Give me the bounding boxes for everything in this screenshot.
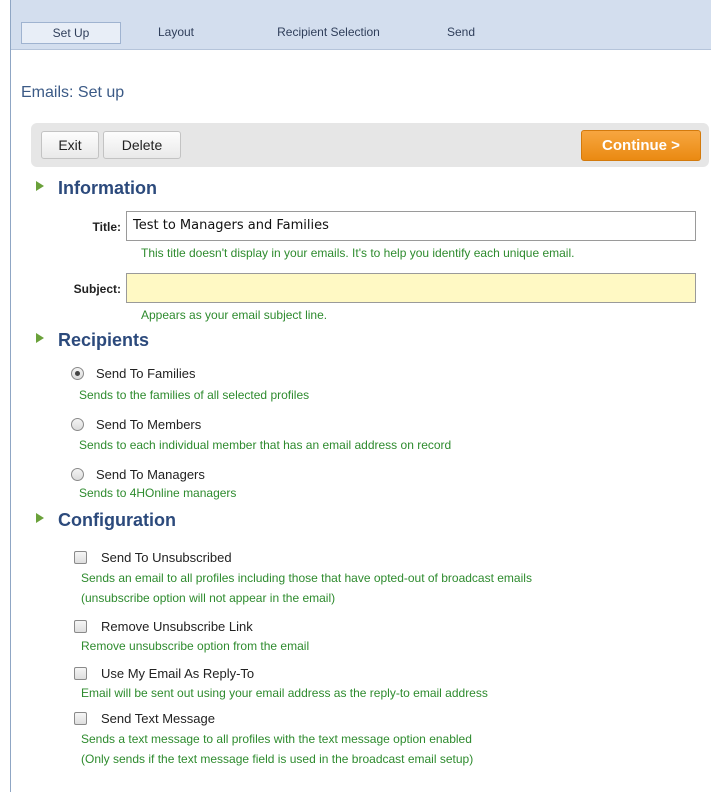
action-toolbar: Exit Delete Continue > (31, 123, 709, 167)
expand-triangle-icon (36, 513, 44, 523)
send-to-unsubscribed-option[interactable]: Send To Unsubscribed (74, 548, 232, 566)
send-to-members-option[interactable]: Send To Members (71, 415, 201, 433)
send-to-unsubscribed-help-note: (unsubscribe option will not appear in t… (81, 591, 336, 605)
checkbox[interactable] (74, 619, 87, 633)
send-to-families-help: Sends to the families of all selected pr… (79, 388, 310, 402)
send-to-unsubscribed-help: Sends an email to all profiles including… (81, 571, 532, 585)
send-to-unsubscribed-label: Send To Unsubscribed (101, 549, 232, 565)
use-my-email-reply-to-option[interactable]: Use My Email As Reply-To (74, 664, 254, 682)
title-help-text: This title doesn't display in your email… (141, 246, 575, 260)
recipients-section-header[interactable]: Recipients (36, 330, 149, 351)
remove-unsubscribe-link-option[interactable]: Remove Unsubscribe Link (74, 617, 253, 635)
page-title: Emails: Set up (21, 84, 125, 101)
wizard-tab-bar: Set Up Layout Recipient Selection Send (11, 0, 711, 50)
information-heading: Information (58, 178, 157, 198)
tab-layout[interactable]: Layout (146, 22, 206, 44)
subject-label: Subject: (73, 282, 121, 296)
send-to-families-option[interactable]: Send To Families (71, 364, 195, 382)
send-to-managers-help: Sends to 4HOnline managers (79, 486, 237, 500)
send-to-managers-label: Send To Managers (96, 466, 205, 482)
recipients-heading: Recipients (58, 330, 150, 350)
email-setup-frame: Set Up Layout Recipient Selection Send E… (10, 0, 711, 792)
title-input[interactable]: Test to Managers and Families (126, 211, 696, 241)
subject-input[interactable] (126, 273, 696, 303)
send-text-message-help: Sends a text message to all profiles wit… (81, 732, 472, 746)
checkbox[interactable] (74, 666, 87, 680)
use-my-email-reply-to-help: Email will be sent out using your email … (81, 686, 488, 700)
radio-button[interactable] (71, 417, 84, 431)
checkbox[interactable] (74, 550, 87, 564)
tab-recipient-selection[interactable]: Recipient Selection (256, 22, 401, 44)
subject-help-text: Appears as your email subject line. (141, 308, 328, 322)
remove-unsubscribe-link-help: Remove unsubscribe option from the email (81, 639, 310, 653)
checkbox[interactable] (74, 711, 87, 725)
send-to-members-label: Send To Members (96, 416, 202, 432)
title-label: Title: (92, 220, 121, 234)
expand-triangle-icon (36, 181, 44, 191)
send-text-message-option[interactable]: Send Text Message (74, 709, 215, 727)
delete-button[interactable]: Delete (103, 131, 181, 159)
radio-button[interactable] (71, 467, 84, 481)
use-my-email-reply-to-label: Use My Email As Reply-To (101, 665, 255, 681)
exit-button[interactable]: Exit (41, 131, 99, 159)
configuration-heading: Configuration (58, 510, 176, 530)
configuration-section-header[interactable]: Configuration (36, 510, 176, 531)
send-to-members-help: Sends to each individual member that has… (79, 438, 452, 452)
tab-send[interactable]: Send (436, 22, 486, 44)
continue-button[interactable]: Continue > (581, 130, 701, 161)
radio-button-selected[interactable] (71, 366, 84, 380)
send-text-message-help-note: (Only sends if the text message field is… (81, 752, 474, 766)
information-section-header[interactable]: Information (36, 178, 157, 199)
remove-unsubscribe-link-label: Remove Unsubscribe Link (101, 618, 253, 634)
send-text-message-label: Send Text Message (101, 710, 215, 726)
send-to-managers-option[interactable]: Send To Managers (71, 465, 205, 483)
send-to-families-label: Send To Families (96, 365, 196, 381)
expand-triangle-icon (36, 333, 44, 343)
tab-set-up[interactable]: Set Up (21, 22, 121, 44)
